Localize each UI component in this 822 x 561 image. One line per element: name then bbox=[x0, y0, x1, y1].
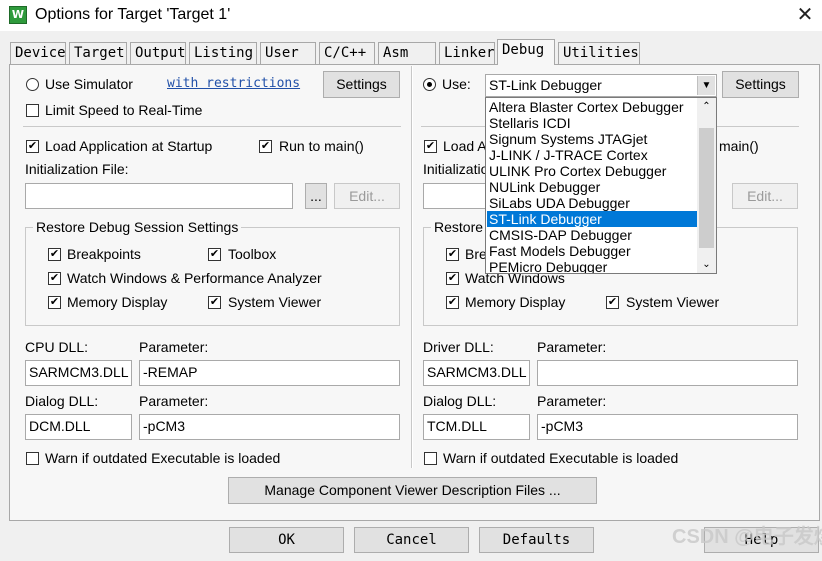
right-system-viewer-label: System Viewer bbox=[626, 294, 720, 310]
tab-target[interactable]: Target bbox=[69, 42, 127, 64]
driver-dll-input[interactable]: SARMCM3.DLL bbox=[423, 360, 530, 386]
toolbox-checkbox[interactable]: ✔ bbox=[208, 248, 221, 261]
dropdown-option[interactable]: PEMicro Debugger bbox=[487, 259, 698, 273]
use-label: Use: bbox=[442, 76, 471, 92]
memory-display-label: Memory Display bbox=[67, 294, 168, 310]
manage-component-viewer-button[interactable]: Manage Component Viewer Description File… bbox=[228, 477, 597, 504]
dropdown-option-selected[interactable]: ST-Link Debugger bbox=[487, 211, 698, 227]
right-dialog-dll-input[interactable]: TCM.DLL bbox=[423, 414, 530, 440]
breakpoints-label: Breakpoints bbox=[67, 246, 141, 262]
right-init-file-edit-button[interactable]: Edit... bbox=[732, 183, 798, 209]
dropdown-scrollbar[interactable]: ⌃ ⌄ bbox=[697, 98, 716, 273]
warn-outdated-checkbox[interactable] bbox=[26, 452, 39, 465]
chevron-down-icon[interactable]: ▼ bbox=[697, 76, 715, 95]
tab-user[interactable]: User bbox=[260, 42, 316, 64]
right-breakpoints-checkbox[interactable]: ✔ bbox=[446, 248, 459, 261]
dropdown-option[interactable]: Signum Systems JTAGjet bbox=[487, 131, 698, 147]
dropdown-option[interactable]: J-LINK / J-TRACE Cortex bbox=[487, 147, 698, 163]
debugger-select[interactable]: ST-Link Debugger bbox=[485, 74, 717, 97]
use-simulator-radio[interactable] bbox=[26, 78, 39, 91]
right-dialog-dll-label: Dialog DLL: bbox=[423, 393, 497, 409]
dialog-param-input[interactable]: -pCM3 bbox=[139, 414, 400, 440]
defaults-button[interactable]: Defaults bbox=[479, 527, 594, 553]
driver-param-input[interactable] bbox=[537, 360, 798, 386]
tab-cc[interactable]: C/C++ bbox=[319, 42, 375, 64]
tab-utilities[interactable]: Utilities bbox=[558, 42, 640, 64]
dialog-param-label: Parameter: bbox=[139, 393, 209, 409]
with-restrictions-link[interactable]: with restrictions bbox=[167, 76, 300, 91]
init-file-label: Initialization File: bbox=[25, 161, 129, 177]
cpu-param-input[interactable]: -REMAP bbox=[139, 360, 400, 386]
window-title: Options for Target 'Target 1' bbox=[35, 6, 231, 23]
right-memory-display-checkbox[interactable]: ✔ bbox=[446, 296, 459, 309]
dropdown-option[interactable]: SiLabs UDA Debugger bbox=[487, 195, 698, 211]
dropdown-option[interactable]: ULINK Pro Cortex Debugger bbox=[487, 163, 698, 179]
right-system-viewer-checkbox[interactable]: ✔ bbox=[606, 296, 619, 309]
right-dialog-param-label: Parameter: bbox=[537, 393, 607, 409]
dropdown-option[interactable]: Stellaris ICDI bbox=[487, 115, 698, 131]
right-run-to-main-label: main() bbox=[719, 138, 759, 154]
debugger-dropdown-list[interactable]: Altera Blaster Cortex Debugger Stellaris… bbox=[485, 97, 717, 274]
run-to-main-label: Run to main() bbox=[279, 138, 364, 154]
init-file-browse-button[interactable]: ... bbox=[305, 183, 327, 209]
tab-asm[interactable]: Asm bbox=[378, 42, 436, 64]
driver-dll-label: Driver DLL: bbox=[423, 339, 494, 355]
use-debugger-radio[interactable] bbox=[423, 78, 436, 91]
chevron-down-icon[interactable]: ⌄ bbox=[697, 256, 716, 273]
driver-param-label: Parameter: bbox=[537, 339, 607, 355]
dropdown-option[interactable]: Altera Blaster Cortex Debugger bbox=[487, 99, 698, 115]
cancel-button[interactable]: Cancel bbox=[354, 527, 469, 553]
tab-linker[interactable]: Linker bbox=[439, 42, 495, 64]
cpu-param-label: Parameter: bbox=[139, 339, 209, 355]
right-load-app-checkbox[interactable]: ✔ bbox=[424, 140, 437, 153]
tab-output[interactable]: Output bbox=[130, 42, 186, 64]
load-app-label: Load Application at Startup bbox=[45, 138, 213, 154]
ok-button[interactable]: OK bbox=[229, 527, 344, 553]
right-memory-display-label: Memory Display bbox=[465, 294, 566, 310]
tab-debug[interactable]: Debug bbox=[497, 39, 555, 65]
watch-windows-label: Watch Windows & Performance Analyzer bbox=[67, 270, 322, 286]
memory-display-checkbox[interactable]: ✔ bbox=[48, 296, 61, 309]
debugger-settings-button[interactable]: Settings bbox=[722, 71, 799, 98]
init-file-input[interactable] bbox=[25, 183, 293, 209]
right-breakpoints-label: Bre bbox=[465, 246, 487, 262]
restore-settings-title: Restore Debug Session Settings bbox=[33, 219, 242, 235]
dialog-dll-input[interactable]: DCM.DLL bbox=[25, 414, 132, 440]
init-file-edit-button[interactable]: Edit... bbox=[334, 183, 400, 209]
dialog-dll-label: Dialog DLL: bbox=[25, 393, 99, 409]
column-divider bbox=[411, 66, 413, 468]
load-app-checkbox[interactable]: ✔ bbox=[26, 140, 39, 153]
watch-windows-checkbox[interactable]: ✔ bbox=[48, 272, 61, 285]
dropdown-option[interactable]: CMSIS-DAP Debugger bbox=[487, 227, 698, 243]
right-load-app-label: Load A bbox=[443, 138, 487, 154]
right-init-file-label: Initializatio bbox=[423, 161, 489, 177]
breakpoints-checkbox[interactable]: ✔ bbox=[48, 248, 61, 261]
app-icon: W bbox=[9, 6, 27, 24]
limit-speed-label: Limit Speed to Real-Time bbox=[45, 102, 203, 118]
right-restore-settings-title: Restore bbox=[431, 219, 487, 235]
close-icon[interactable]: ✕ bbox=[788, 2, 822, 29]
system-viewer-label: System Viewer bbox=[228, 294, 322, 310]
separator bbox=[23, 126, 401, 127]
watermark: CSDN @电子发烧友 bbox=[672, 526, 822, 548]
warn-outdated-label: Warn if outdated Executable is loaded bbox=[45, 450, 281, 466]
run-to-main-checkbox[interactable]: ✔ bbox=[259, 140, 272, 153]
right-watch-checkbox[interactable]: ✔ bbox=[446, 272, 459, 285]
system-viewer-checkbox[interactable]: ✔ bbox=[208, 296, 221, 309]
dropdown-option[interactable]: NULink Debugger bbox=[487, 179, 698, 195]
right-dialog-param-input[interactable]: -pCM3 bbox=[537, 414, 798, 440]
chevron-up-icon[interactable]: ⌃ bbox=[697, 98, 716, 115]
dropdown-option[interactable]: Fast Models Debugger bbox=[487, 243, 698, 259]
right-warn-outdated-checkbox[interactable] bbox=[424, 452, 437, 465]
scrollbar-thumb[interactable] bbox=[699, 128, 714, 248]
simulator-settings-button[interactable]: Settings bbox=[323, 71, 400, 98]
use-simulator-label[interactable]: Use Simulator bbox=[45, 76, 133, 92]
cpu-dll-input[interactable]: SARMCM3.DLL bbox=[25, 360, 132, 386]
tab-listing[interactable]: Listing bbox=[189, 42, 257, 64]
tab-device[interactable]: Device bbox=[10, 42, 66, 64]
toolbox-label: Toolbox bbox=[228, 246, 277, 262]
limit-speed-checkbox[interactable] bbox=[26, 104, 39, 117]
cpu-dll-label: CPU DLL: bbox=[25, 339, 89, 355]
right-warn-outdated-label: Warn if outdated Executable is loaded bbox=[443, 450, 679, 466]
